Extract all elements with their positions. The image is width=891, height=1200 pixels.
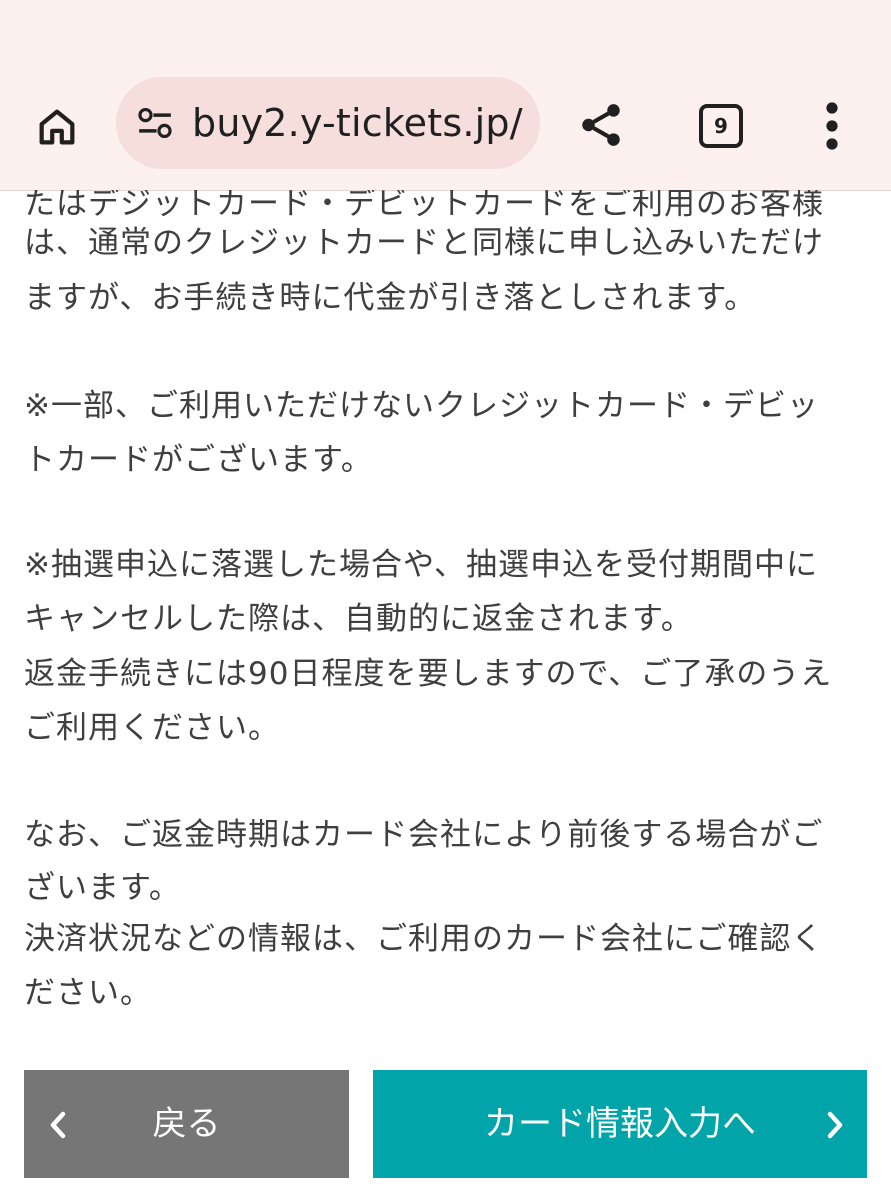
back-button-label: 戻る (152, 1104, 221, 1144)
share-icon[interactable] (576, 100, 626, 150)
tab-switcher-button[interactable]: 9 (699, 104, 743, 148)
notice-line: ご利用ください。 (24, 710, 280, 746)
site-settings-icon[interactable] (136, 105, 174, 141)
home-icon[interactable] (34, 104, 80, 150)
browser-toolbar: buy2.y-tickets.jp/ 9 (0, 0, 891, 191)
notice-line: ださい。 (24, 975, 152, 1011)
payment-notice-text: たはデジットカード・デビットカードをご利用のお客様 は、通常のクレジットカードと… (24, 190, 874, 1040)
notice-line: ※抽選申込に落選した場合や、抽選申込を受付期間中に (24, 547, 819, 583)
url-text[interactable]: buy2.y-tickets.jp/ (192, 77, 523, 169)
notice-line: ますが、お手続き時に代金が引き落としされます。 (24, 280, 757, 316)
notice-line: は、通常のクレジットカードと同様に申し込みいただけ (24, 225, 824, 261)
address-bar[interactable]: buy2.y-tickets.jp/ (116, 77, 540, 169)
notice-line: なお、ご返金時期はカード会社により前後する場合がご (24, 817, 824, 853)
notice-line: ざいます。 (24, 870, 181, 906)
next-button-label: カード情報入力へ (484, 1104, 756, 1144)
chevron-right-icon (827, 1111, 843, 1139)
more-vert-icon[interactable] (820, 100, 844, 152)
back-button[interactable]: 戻る (24, 1070, 349, 1178)
notice-line: 返金手続きには90日程度を要しますので、ご了承のうえ (24, 656, 833, 692)
notice-line: トカードがございます。 (24, 442, 373, 478)
card-info-input-button[interactable]: カード情報入力へ (373, 1070, 867, 1178)
notice-line: ※一部、ご利用いただけないクレジットカード・デビッ (24, 388, 819, 424)
notice-line: 決済状況などの情報は、ご利用のカード会社にご確認く (24, 921, 824, 957)
notice-line: キャンセルした際は、自動的に返金されます。 (24, 601, 693, 637)
